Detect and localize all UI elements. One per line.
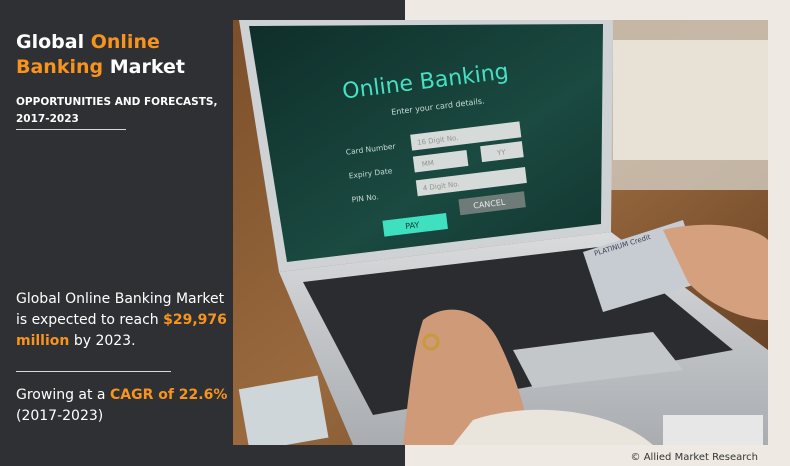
- subtitle: OPPORTUNITIES AND FORECASTS, 2017-2023: [16, 94, 226, 128]
- divider-bottom: [16, 371, 171, 372]
- subtitle-line-2: 2017-2023: [16, 113, 79, 125]
- title-highlight-banking: Banking: [16, 56, 104, 78]
- phone: [663, 415, 763, 445]
- pay-label: PAY: [405, 220, 420, 231]
- title-word-market: Market: [109, 56, 185, 78]
- subtitle-line-1: OPPORTUNITIES AND FORECASTS,: [16, 96, 218, 108]
- market-size-year: by 2023.: [73, 333, 136, 349]
- page-title: Global Online Banking Market: [16, 30, 185, 80]
- laptop-illustration: Online Banking Enter your card details. …: [233, 20, 768, 445]
- laptop-photo: Online Banking Enter your card details. …: [233, 20, 768, 445]
- market-size-stat: Global Online Banking Market is expected…: [16, 289, 236, 352]
- window-pane: [613, 40, 768, 160]
- month-placeholder: MM: [421, 159, 434, 168]
- cagr-text: Growing at a: [16, 387, 106, 403]
- cagr-period: (2017-2023): [16, 408, 104, 424]
- cagr-value: CAGR of 22.6%: [109, 387, 228, 403]
- title-word-global: Global: [16, 31, 85, 53]
- title-highlight-online: Online: [90, 31, 160, 53]
- year-placeholder: YY: [496, 148, 507, 157]
- copyright-credit: © Allied Market Research: [630, 452, 758, 463]
- divider-top: [16, 129, 126, 130]
- cagr-stat: Growing at a CAGR of 22.6% (2017-2023): [16, 385, 236, 427]
